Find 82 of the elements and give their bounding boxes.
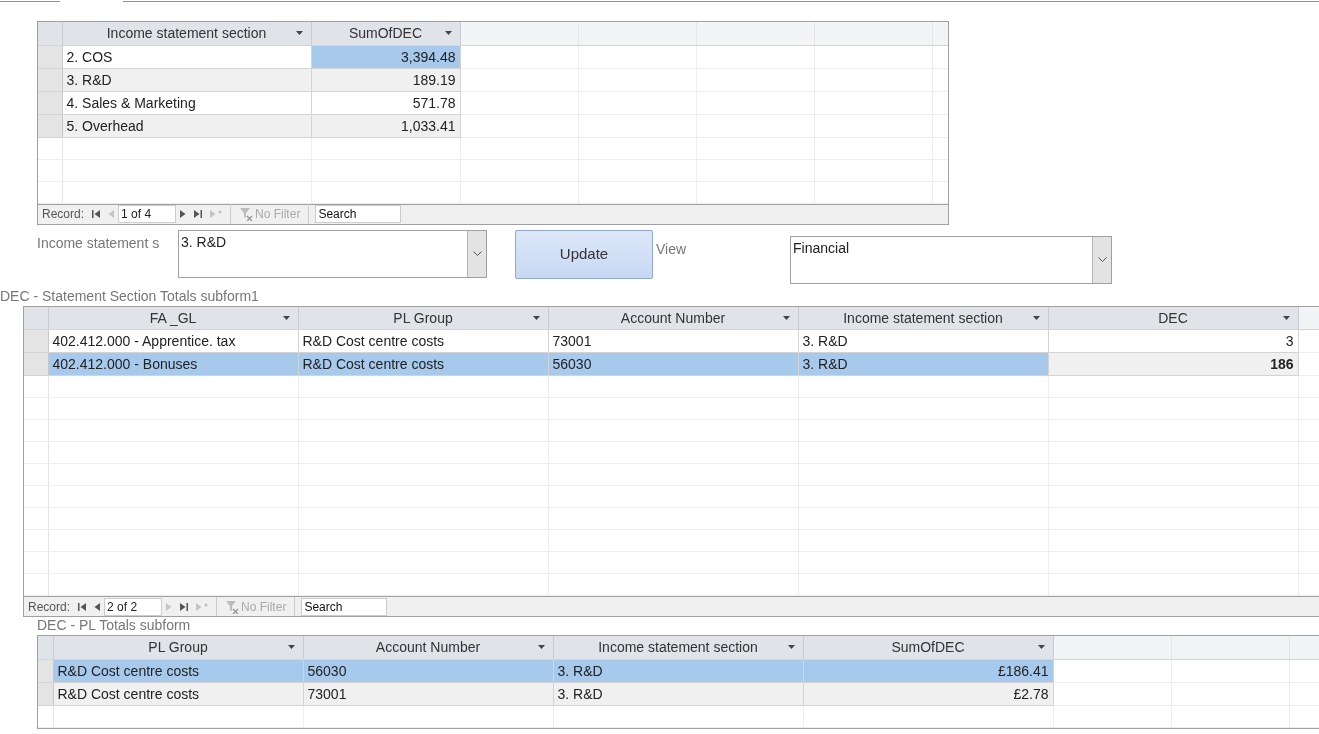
- column-header[interactable]: FA _GL: [48, 306, 298, 330]
- column-header[interactable]: PL Group: [298, 306, 548, 330]
- new-record-icon: [209, 209, 224, 219]
- record-label: Record:: [42, 206, 85, 223]
- row-selector[interactable]: [38, 682, 53, 705]
- dropdown-arrow-icon: [1037, 645, 1045, 649]
- column-header[interactable]: PL Group: [53, 636, 303, 659]
- table-cell: 3. R&D: [553, 682, 803, 705]
- table-cell: 3. R&D: [798, 352, 1048, 376]
- table-cell: R&D Cost centre costs: [298, 329, 548, 353]
- table-cell: R&D Cost centre costs: [53, 659, 303, 682]
- dropdown-arrow-icon: [1282, 315, 1290, 320]
- row-selector[interactable]: [38, 114, 62, 137]
- table-cell: R&D Cost centre costs: [298, 352, 548, 376]
- row-selector[interactable]: [24, 352, 48, 376]
- table-cell: 56030: [548, 352, 798, 376]
- table-cell: 402.412.000 - Bonuses: [48, 352, 298, 376]
- table-cell: 4. Sales & Marketing: [62, 91, 311, 114]
- table-cell: 5. Overhead: [62, 114, 311, 137]
- column-header[interactable]: DEC: [1048, 306, 1298, 330]
- subform-caption: DEC - Statement Section Totals subform1: [0, 287, 260, 306]
- next-record-icon: [179, 209, 188, 219]
- table-cell: 2. COS: [62, 45, 311, 68]
- table-cell: 56030: [303, 659, 553, 682]
- table-cell: 571.78: [311, 91, 460, 114]
- dropdown-arrow-icon: [787, 645, 795, 649]
- table-cell: 1,033.41: [311, 114, 460, 137]
- new-record-icon: [195, 601, 210, 612]
- dropdown-field[interactable]: Financial: [790, 235, 1112, 284]
- dropdown-arrow-icon: [295, 31, 303, 35]
- dropdown-arrow-icon: [537, 645, 545, 649]
- last-record-icon: [193, 209, 204, 219]
- row-selector[interactable]: [38, 91, 62, 114]
- dropdown-field[interactable]: 3. R&D: [178, 229, 487, 278]
- table-cell: 73001: [303, 682, 553, 705]
- column-header[interactable]: Account Number: [548, 306, 798, 330]
- dropdown-arrow-icon: [782, 315, 790, 320]
- dropdown-arrow-icon: [1032, 315, 1040, 320]
- table-cell: 189.19: [311, 68, 460, 91]
- subform-caption: DEC - PL Totals subform: [37, 617, 192, 635]
- column-header[interactable]: Income statement section: [553, 636, 803, 659]
- column-header[interactable]: Income statement section: [62, 22, 311, 45]
- search-field[interactable]: Search: [315, 205, 402, 223]
- first-record-icon: [91, 209, 102, 219]
- filter-icon: [239, 207, 254, 221]
- chevron-down-icon: [1097, 257, 1107, 262]
- first-record-icon: [77, 601, 88, 612]
- field-label: Income statement s: [37, 233, 161, 253]
- table-cell: 3. R&D: [62, 68, 311, 91]
- dropdown-arrow-icon: [287, 645, 295, 649]
- search-field[interactable]: Search: [301, 597, 388, 616]
- last-record-icon: [179, 601, 190, 612]
- table-cell: R&D Cost centre costs: [53, 682, 303, 705]
- field-label: View: [656, 239, 688, 259]
- table-cell: 3. R&D: [553, 659, 803, 682]
- table-cell: 402.412.000 - Apprentice. tax: [48, 329, 298, 353]
- row-selector[interactable]: [38, 68, 62, 91]
- record-label: Record:: [28, 598, 71, 616]
- column-header[interactable]: SumOfDEC: [803, 636, 1053, 659]
- row-selector[interactable]: [38, 659, 53, 682]
- table-cell: £2.78: [803, 682, 1053, 705]
- dropdown-arrow-icon: [532, 315, 540, 320]
- record-position-field[interactable]: 1 of 4: [118, 205, 177, 223]
- record-position-field[interactable]: 2 of 2: [104, 597, 163, 616]
- dropdown-arrow-icon: [444, 31, 452, 35]
- previous-record-icon: [107, 209, 116, 219]
- table-cell: 3,394.48: [311, 45, 460, 68]
- table-cell: £186.41: [803, 659, 1053, 682]
- row-selector[interactable]: [38, 45, 62, 68]
- row-selector[interactable]: [24, 329, 48, 353]
- table-cell: 186: [1048, 352, 1298, 376]
- column-header[interactable]: Account Number: [303, 636, 553, 659]
- update-button[interactable]: Update: [515, 229, 653, 279]
- column-header[interactable]: Income statement section: [798, 306, 1048, 330]
- next-record-icon: [165, 601, 174, 612]
- previous-record-icon: [93, 601, 102, 612]
- table-cell: 3: [1048, 329, 1298, 353]
- dropdown-arrow-icon: [282, 315, 290, 320]
- chevron-down-icon: [472, 251, 482, 256]
- table-cell: 73001: [548, 329, 798, 353]
- column-header[interactable]: SumOfDEC: [311, 22, 460, 45]
- table-cell: 3. R&D: [798, 329, 1048, 353]
